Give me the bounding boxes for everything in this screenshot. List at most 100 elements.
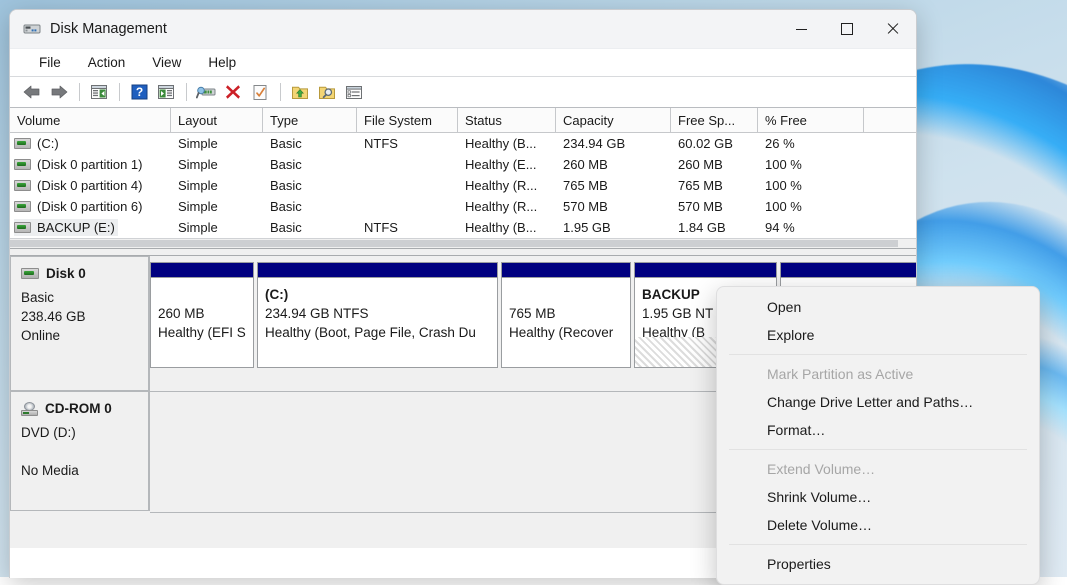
forward-arrow-icon[interactable] bbox=[46, 80, 72, 104]
drive-icon bbox=[14, 180, 31, 191]
cell-percent-free: 26 % bbox=[765, 136, 795, 151]
close-button[interactable] bbox=[870, 10, 916, 48]
cell-percent-free: 100 % bbox=[765, 157, 802, 172]
partition-efi-body[interactable]: 260 MB Healthy (EFI S bbox=[150, 277, 254, 368]
partition-backup-capacity-bar bbox=[634, 262, 777, 277]
disk-0-info-pane[interactable]: Disk 0 Basic 238.46 GB Online bbox=[10, 256, 150, 391]
cell-free-space: 1.84 GB bbox=[678, 220, 726, 235]
back-arrow-icon[interactable] bbox=[19, 80, 45, 104]
cell-layout: Simple bbox=[178, 199, 218, 214]
column-header-status[interactable]: Status bbox=[458, 108, 556, 132]
partition-efi[interactable]: 260 MB Healthy (EFI S bbox=[150, 262, 254, 368]
cell-file-system: NTFS bbox=[364, 220, 398, 235]
cell-volume: BACKUP (E:) bbox=[10, 219, 171, 236]
partition-recovery-capacity-bar bbox=[501, 262, 631, 277]
cell-free-space: 570 MB bbox=[678, 199, 723, 214]
menu-file[interactable]: File bbox=[28, 52, 72, 73]
column-header-type[interactable]: Type bbox=[263, 108, 357, 132]
cdrom-0-title: CD-ROM 0 bbox=[21, 401, 138, 416]
column-header-layout[interactable]: Layout bbox=[171, 108, 263, 132]
pane-splitter[interactable] bbox=[10, 248, 916, 256]
partition-c-body[interactable]: (C:) 234.94 GB NTFS Healthy (Boot, Page … bbox=[257, 277, 498, 368]
menu-separator bbox=[729, 354, 1027, 355]
title-bar[interactable]: Disk Management bbox=[10, 10, 916, 49]
search-icon[interactable] bbox=[314, 80, 340, 104]
disk-0-state: Online bbox=[21, 328, 61, 343]
export-list-icon[interactable] bbox=[287, 80, 313, 104]
table-row[interactable]: BACKUP (E:) Simple Basic NTFS Healthy (B... 1… bbox=[10, 217, 916, 238]
column-header-file-system[interactable]: File System bbox=[357, 108, 458, 132]
volume-list-body: (C:) Simple Basic NTFS Healthy (B... 234.94 G… bbox=[10, 133, 916, 238]
partition-recovery[interactable]: 765 MB Healthy (Recover bbox=[501, 262, 631, 368]
cell-volume: (Disk 0 partition 4) bbox=[10, 177, 171, 194]
cd-rom-icon bbox=[21, 401, 38, 416]
cdrom-0-name: CD-ROM 0 bbox=[45, 401, 112, 416]
toolbar-separator-3 bbox=[186, 83, 187, 101]
show-hide-action-pane-icon[interactable] bbox=[153, 80, 179, 104]
disk-0-size: 238.46 GB bbox=[21, 309, 86, 324]
cell-volume: (Disk 0 partition 1) bbox=[10, 156, 171, 173]
minimize-button[interactable] bbox=[778, 10, 824, 48]
menu-item-open[interactable]: Open bbox=[721, 293, 1035, 321]
partition-recovery-status: Healthy (Recover bbox=[509, 325, 614, 340]
cell-layout: Simple bbox=[178, 220, 218, 235]
toolbar: ? bbox=[10, 77, 916, 108]
column-header-capacity[interactable]: Capacity bbox=[556, 108, 671, 132]
volume-list-horizontal-scrollbar[interactable] bbox=[10, 238, 916, 248]
table-row[interactable]: (Disk 0 partition 6) Simple Basic Healthy (… bbox=[10, 196, 916, 217]
cell-capacity: 765 MB bbox=[563, 178, 608, 193]
table-row[interactable]: (Disk 0 partition 4) Simple Basic Healthy (… bbox=[10, 175, 916, 196]
cell-status: Healthy (E... bbox=[465, 157, 537, 172]
help-icon[interactable]: ? bbox=[126, 80, 152, 104]
menu-item-extend-volume: Extend Volume… bbox=[767, 461, 876, 477]
menu-item-change-drive-letter-and-paths[interactable]: Change Drive Letter and Paths… bbox=[721, 388, 1035, 416]
partition-context-menu: Open Explore Mark Partition as Active Chang… bbox=[716, 286, 1040, 585]
menu-action[interactable]: Action bbox=[77, 52, 137, 73]
scrollbar-thumb[interactable] bbox=[10, 240, 898, 247]
partition-c[interactable]: (C:) 234.94 GB NTFS Healthy (Boot, Page … bbox=[257, 262, 498, 368]
cell-free-space: 260 MB bbox=[678, 157, 723, 172]
menu-help[interactable]: Help bbox=[197, 52, 247, 73]
cell-status: Healthy (B... bbox=[465, 220, 537, 235]
volume-label: (Disk 0 partition 6) bbox=[37, 199, 143, 214]
drive-icon bbox=[14, 138, 31, 149]
menu-view[interactable]: View bbox=[141, 52, 192, 73]
cell-file-system: NTFS bbox=[364, 136, 398, 151]
cell-layout: Simple bbox=[178, 136, 218, 151]
partition-recovery-size: 765 MB bbox=[509, 306, 556, 321]
menu-item-explore[interactable]: Explore bbox=[721, 321, 1035, 349]
cell-capacity: 570 MB bbox=[563, 199, 608, 214]
menu-item-shrink-volume[interactable]: Shrink Volume… bbox=[721, 483, 1035, 511]
table-row[interactable]: (C:) Simple Basic NTFS Healthy (B... 234.94 G… bbox=[10, 133, 916, 154]
disk-0-name: Disk 0 bbox=[46, 266, 86, 281]
cell-status: Healthy (R... bbox=[465, 178, 538, 193]
cdrom-0-info-pane[interactable]: CD-ROM 0 DVD (D:) No Media bbox=[10, 391, 150, 511]
volume-label-wrap: (C:) bbox=[14, 135, 62, 152]
cell-type: Basic bbox=[270, 136, 302, 151]
cell-percent-free: 100 % bbox=[765, 178, 802, 193]
partition-efi-status: Healthy (EFI S bbox=[158, 325, 246, 340]
drive-icon bbox=[14, 159, 31, 170]
cell-layout: Simple bbox=[178, 157, 218, 172]
menu-item-delete-volume[interactable]: Delete Volume… bbox=[721, 511, 1035, 539]
show-hide-console-tree-icon[interactable] bbox=[86, 80, 112, 104]
column-header-free-space[interactable]: Free Sp... bbox=[671, 108, 758, 132]
cell-type: Basic bbox=[270, 157, 302, 172]
properties-icon[interactable] bbox=[247, 80, 273, 104]
partition-recovery-body[interactable]: 765 MB Healthy (Recover bbox=[501, 277, 631, 368]
window-title: Disk Management bbox=[50, 21, 167, 37]
cell-volume: (C:) bbox=[10, 135, 171, 152]
list-view-icon[interactable] bbox=[341, 80, 367, 104]
column-header-percent-free[interactable]: % Free bbox=[758, 108, 864, 132]
rescan-disks-icon[interactable] bbox=[193, 80, 219, 104]
maximize-button[interactable] bbox=[824, 10, 870, 48]
column-header-volume[interactable]: Volume bbox=[10, 108, 171, 132]
column-header-spacer[interactable] bbox=[864, 108, 910, 132]
menu-item-format[interactable]: Format… bbox=[721, 416, 1035, 444]
delete-icon[interactable] bbox=[220, 80, 246, 104]
cell-volume: (Disk 0 partition 6) bbox=[10, 198, 171, 215]
menu-item-properties[interactable]: Properties bbox=[721, 550, 1035, 578]
table-row[interactable]: (Disk 0 partition 1) Simple Basic Healthy (… bbox=[10, 154, 916, 175]
svg-text:?: ? bbox=[135, 85, 142, 99]
drive-icon bbox=[14, 222, 31, 233]
